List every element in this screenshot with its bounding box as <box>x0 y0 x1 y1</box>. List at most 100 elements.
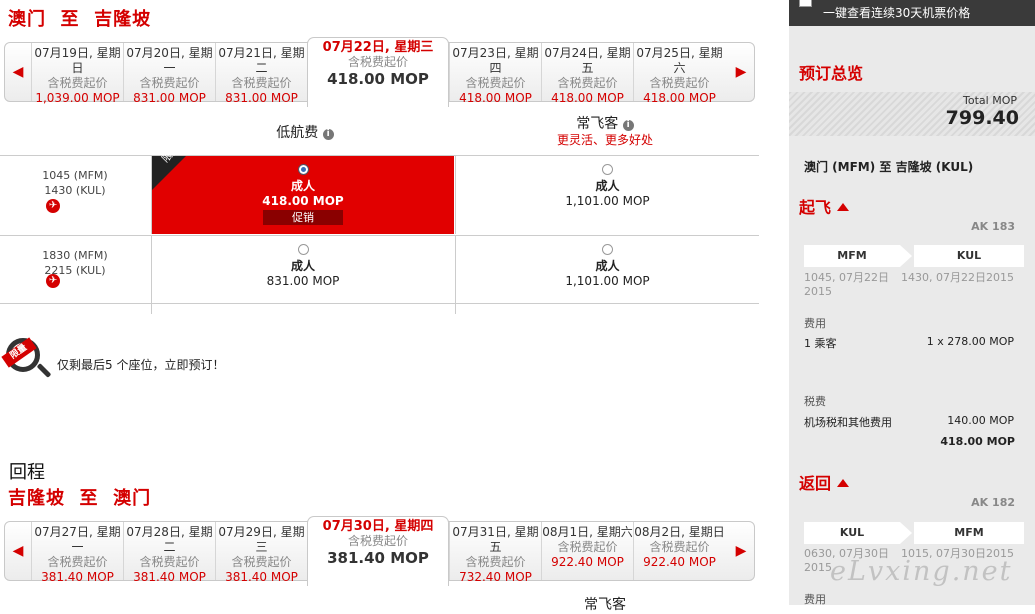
fare-line: 1 乘客 1 x 278.00 MOP <box>804 335 1014 350</box>
date-price: 922.40 MOP <box>643 555 716 569</box>
date-weekday: 日 <box>71 61 84 75</box>
date-option-selected[interactable]: 07月30日, 星期四 含税费起价 381.40 MOP <box>307 516 449 586</box>
date-option[interactable]: 07月20日, 星期一含税费起价 831.00 MOP <box>123 43 215 105</box>
date-price: 418.00 MOP <box>643 91 716 105</box>
date-sub: 含税费起价 <box>465 555 526 569</box>
date-option[interactable]: 07月24日, 星期五含税费起价 418.00 MOP <box>541 43 633 105</box>
prev-dates-arrow-icon[interactable]: ◀ <box>5 522 31 580</box>
collapse-up-icon[interactable] <box>837 479 850 487</box>
date-price: 418.00 MOP <box>459 91 532 105</box>
return-date-strip: ◀ 07月27日, 星期一含税费起价 381.40 MOP 07月28日, 星期二含… <box>4 516 755 586</box>
summary-title: 预订总览 <box>799 64 864 83</box>
fare-radio[interactable] <box>297 164 309 175</box>
date-option[interactable]: 07月29日, 星期三含税费起价 381.40 MOP <box>215 522 307 584</box>
prev-dates-arrow-icon[interactable]: ◀ <box>5 43 31 101</box>
watermark: eLvxing.net <box>830 556 1013 587</box>
limited-badge-icon: 限量 <box>1 336 52 384</box>
outbound-date-strip: ◀ 07月19日, 星期日含税费起价 1,039.00 MOP 07月20日, 星期… <box>4 37 755 107</box>
segment-arrow-icon <box>900 245 912 267</box>
freq-fare-option[interactable]: 成人 1,101.00 MOP <box>455 156 759 234</box>
date-option[interactable]: 07月19日, 星期日含税费起价 1,039.00 MOP <box>31 43 123 105</box>
date-weekday: 四 <box>489 61 502 75</box>
depart-heading[interactable]: 起飞 <box>799 194 850 218</box>
checkbox[interactable] <box>799 0 812 7</box>
date-price: 922.40 MOP <box>551 555 624 569</box>
summary-route: 澳门 (MFM) 至 吉隆坡 (KUL) <box>804 160 974 174</box>
total-box: Total MOP 799.40 <box>789 92 1035 136</box>
tax-line: 机场税和其他费用 140.00 MOP <box>804 414 1014 429</box>
calendar-30day-bar[interactable]: 一键查看连续30天机票价格 <box>789 0 1035 26</box>
date-sub: 含税费起价 <box>347 534 408 548</box>
limited-seats-message: 仅剩最后5 个座位，立即预订！ <box>57 358 225 372</box>
date-sub: 含税费起价 <box>231 555 292 569</box>
date-sub: 含税费起价 <box>649 540 710 554</box>
date-price: 381.40 MOP <box>327 549 429 567</box>
date-sub: 含税费起价 <box>139 555 200 569</box>
date-option[interactable]: 07月21日, 星期二含税费起价 831.00 MOP <box>215 43 307 105</box>
date-option[interactable]: 07月23日, 星期四含税费起价 418.00 MOP <box>449 43 541 105</box>
flight-row: 1830 (MFM) 2215 (KUL) ✈ 成人 831.00 MOP 成人… <box>0 236 759 316</box>
date-price: 381.40 MOP <box>41 570 114 584</box>
date-weekday: 五 <box>581 61 594 75</box>
date-date: 08月2日, 星期日 <box>634 525 725 539</box>
date-date: 07月31日, 星期 <box>452 525 539 539</box>
date-date: 08月1日, 星期六 <box>542 525 633 539</box>
limited-corner-tag: 限量 <box>152 143 186 190</box>
low-fare-option[interactable]: 限量 成人 418.00 MOP 促销 <box>151 143 454 234</box>
date-option[interactable]: 07月25日, 星期六含税费起价 418.00 MOP <box>633 43 725 105</box>
date-date: 07月22日, 星期三 <box>322 40 434 55</box>
outbound-route-title: 澳门 至 吉隆坡 <box>8 9 152 30</box>
return-heading[interactable]: 返回 <box>799 470 850 494</box>
fare-radio[interactable] <box>602 164 613 175</box>
date-price: 1,039.00 MOP <box>35 91 120 105</box>
return-section-title: 回程 <box>9 462 45 483</box>
date-price: 418.00 MOP <box>551 91 624 105</box>
return-segment: KUL MFM <box>804 522 1024 544</box>
flight-times: 1830 (MFM) 2215 (KUL) <box>42 249 108 277</box>
next-dates-arrow-icon[interactable]: ▶ <box>728 522 754 580</box>
date-weekday: 二 <box>255 61 268 75</box>
depart-segment: MFM KUL <box>804 245 1024 267</box>
info-icon[interactable]: i <box>622 120 634 131</box>
date-sub: 含税费起价 <box>465 76 526 90</box>
date-sub: 含税费起价 <box>557 540 618 554</box>
date-weekday: 二 <box>163 540 176 554</box>
date-date: 07月20日, 星期 <box>126 46 213 60</box>
date-date: 07月24日, 星期 <box>544 46 631 60</box>
plane-icon[interactable]: ✈ <box>46 274 60 288</box>
low-fare-header: 低航费 i <box>250 122 360 142</box>
collapse-up-icon[interactable] <box>837 203 850 211</box>
booking-summary-sidebar: 一键查看连续30天机票价格 预订总览 Total MOP 799.40 澳门 (… <box>789 0 1035 606</box>
next-dates-arrow-icon[interactable]: ▶ <box>728 43 754 101</box>
date-date: 07月19日, 星期 <box>34 46 121 60</box>
fare-radio[interactable] <box>297 244 309 255</box>
date-sub: 含税费起价 <box>47 76 108 90</box>
frequent-flyer-header: 常飞客 <box>584 597 626 613</box>
fare-radio[interactable] <box>602 244 613 255</box>
date-price: 831.00 MOP <box>225 91 298 105</box>
plane-icon[interactable]: ✈ <box>46 199 60 213</box>
date-date: 07月29日, 星期 <box>218 525 305 539</box>
date-option[interactable]: 08月2日, 星期日 含税费起价 922.40 MOP <box>633 522 725 580</box>
date-date: 07月23日, 星期 <box>452 46 539 60</box>
date-option-selected[interactable]: 07月22日, 星期三 含税费起价 418.00 MOP <box>307 37 449 107</box>
date-date: 07月25日, 星期 <box>636 46 723 60</box>
date-option[interactable]: 08月1日, 星期六 含税费起价 922.40 MOP <box>541 522 633 580</box>
date-option[interactable]: 07月31日, 星期五含税费起价 732.40 MOP <box>449 522 541 584</box>
date-weekday: 一 <box>163 61 176 75</box>
frequent-flyer-header: 常飞客 i 更灵活、更多好处 <box>556 116 653 147</box>
date-price: 418.00 MOP <box>327 70 429 88</box>
flight-row: 1045 (MFM) 1430 (KUL) ✈ 限量 成人 418.00 MOP… <box>0 143 759 236</box>
flight-number: AK 182 <box>971 496 1015 509</box>
date-sub: 含税费起价 <box>139 76 200 90</box>
date-sub: 含税费起价 <box>557 76 618 90</box>
date-option[interactable]: 07月28日, 星期二含税费起价 381.40 MOP <box>123 522 215 584</box>
date-option[interactable]: 07月27日, 星期一含税费起价 381.40 MOP <box>31 522 123 584</box>
info-icon[interactable]: i <box>322 129 334 140</box>
promo-label: 促销 <box>263 210 343 225</box>
date-date: 07月28日, 星期 <box>126 525 213 539</box>
date-weekday: 一 <box>71 540 84 554</box>
date-weekday: 五 <box>489 540 502 554</box>
date-sub: 含税费起价 <box>649 76 710 90</box>
date-date: 07月27日, 星期 <box>34 525 121 539</box>
